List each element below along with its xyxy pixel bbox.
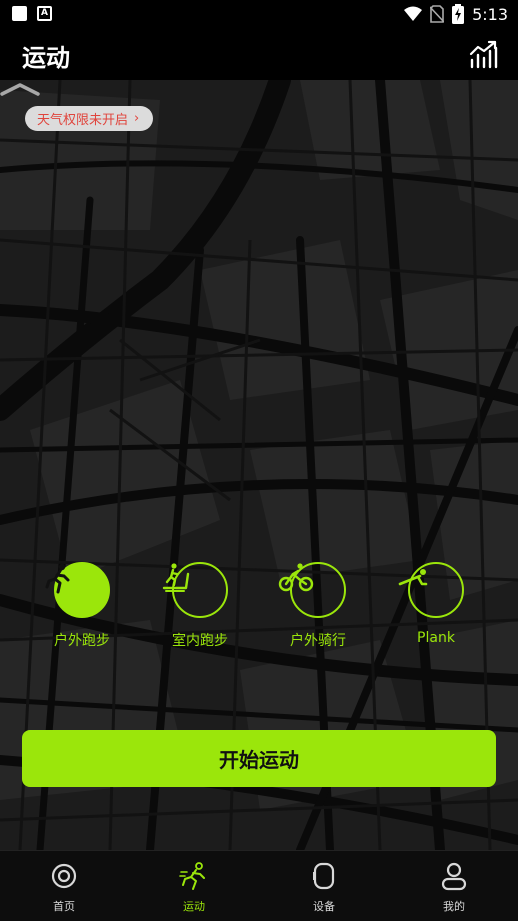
sport-outdoor-cycling[interactable]: 户外骑行: [278, 562, 358, 650]
start-workout-button[interactable]: 开始运动: [22, 730, 496, 787]
tab-sport[interactable]: 运动: [154, 861, 234, 914]
tab-label: 我的: [443, 900, 465, 913]
chevron-up-icon[interactable]: [0, 80, 40, 98]
tab-home[interactable]: 首页: [24, 861, 104, 914]
no-sim-icon: [430, 5, 445, 23]
sport-indoor-run[interactable]: 室内跑步: [160, 562, 240, 650]
sport-label: 户外骑行: [290, 633, 346, 649]
outdoor-run-icon: [45, 562, 110, 618]
watch-icon: [313, 862, 335, 890]
map-view[interactable]: 天气权限未开启 › 户外跑步 室内跑步 户外骑行 Plank 开始运动: [0, 80, 518, 850]
statistics-icon[interactable]: [468, 40, 498, 70]
treadmill-icon: [162, 562, 228, 618]
sport-outdoor-run[interactable]: 户外跑步: [42, 562, 122, 650]
sport-plank[interactable]: Plank: [396, 562, 476, 646]
bike-icon: [278, 562, 346, 618]
bottom-tab-bar: 首页 运动 设备 我的: [0, 850, 518, 921]
tab-label: 首页: [53, 900, 75, 913]
app-notification-icon: A: [37, 6, 52, 21]
tab-label: 设备: [313, 900, 335, 913]
plank-icon: [398, 562, 464, 618]
sport-label: 室内跑步: [172, 633, 228, 649]
wifi-icon: [404, 6, 423, 21]
battery-charging-icon: [452, 4, 465, 24]
run-icon: [179, 862, 205, 890]
notification-icon: [12, 6, 27, 21]
page-title: 运动: [22, 44, 70, 72]
weather-permission-pill[interactable]: 天气权限未开启 ›: [25, 106, 154, 131]
sport-label: Plank: [417, 630, 455, 646]
app-bar: 运动: [0, 30, 518, 80]
home-icon: [51, 863, 77, 889]
chevron-right-icon: ›: [134, 111, 140, 126]
tab-device[interactable]: 设备: [284, 861, 364, 914]
sport-label: 户外跑步: [54, 633, 110, 649]
status-bar: A 5:13: [0, 0, 518, 30]
tab-label: 运动: [183, 900, 205, 913]
status-time: 5:13: [472, 4, 508, 24]
profile-icon: [441, 862, 467, 891]
weather-permission-label: 天气权限未开启: [37, 113, 129, 128]
tab-profile[interactable]: 我的: [414, 861, 494, 914]
